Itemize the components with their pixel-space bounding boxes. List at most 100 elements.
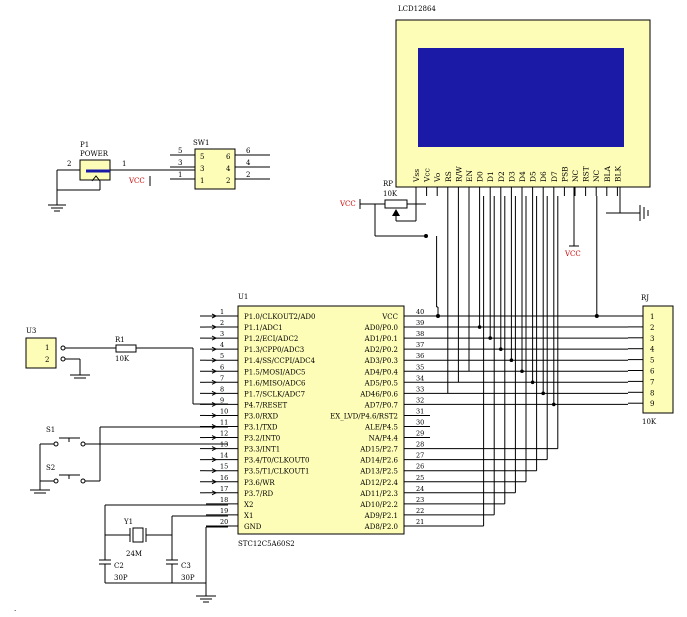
lcd-pin-label: EN [465, 170, 474, 182]
u1-left-pin-num: 5 [220, 352, 224, 360]
s2-button: S2 [30, 426, 228, 494]
u1-right-pin-name: AD1/P0.1 [364, 335, 398, 343]
u1-right-pin-num: 33 [416, 385, 424, 393]
u1-part: STC12C5A60S2 [238, 540, 295, 548]
lcd12864-module: LCD12864 Vss Vcc Vo RS R/W EN D0 D1 D2 D3 D4 D5 D6 D7… [395, 5, 651, 196]
sw1-inner-left: 3 [200, 165, 204, 173]
u1-left-pin-name: P1.6/MISO/ADC6 [244, 379, 306, 387]
u1-right-pin-num: 30 [416, 419, 424, 427]
u1-right-pin-num: 26 [416, 463, 424, 471]
sw1-inner-right: 6 [226, 153, 231, 161]
p1-power-jack: P1 POWER 1 2 [48, 141, 195, 212]
lcd-pin-label: Vo [433, 172, 442, 183]
u1-left-pin-num: 15 [220, 463, 228, 471]
u1-right-pin-num: 24 [416, 485, 424, 493]
u1-right-pin-num: 39 [416, 319, 424, 327]
lcd-pin-label: Vss [412, 169, 421, 183]
u1-mcu: U1 STC12C5A60S2 1 P1.0/CLKOUT2/AD0 2 P1.1/A… [200, 293, 430, 548]
lcd-pin-label: D1 [486, 171, 495, 182]
c3-value: 30P [181, 574, 195, 582]
u1-left-pin-name: P3.6/WR [244, 479, 275, 487]
u1-left-pin-num: 4 [220, 341, 224, 349]
u3-body [25, 337, 57, 369]
u1-right-pin-num: 25 [416, 474, 424, 482]
lcd-title: LCD12864 [398, 5, 436, 13]
sw1-inner-left: 5 [200, 153, 204, 161]
lcd-pin-label: RST [582, 166, 591, 182]
corner-mark: . [14, 605, 16, 613]
u1-right-pin-num: 27 [416, 452, 424, 460]
y1-value: 24M [126, 550, 142, 558]
u1-right-pin-num: 34 [416, 374, 424, 382]
lcd-pin-label: BLK [613, 166, 622, 182]
rj-pins: 1 2 3 4 5 6 7 8 9 [628, 313, 655, 408]
y1-crystal [132, 527, 144, 543]
u1-left-pin-num: 11 [220, 419, 228, 427]
rj-pin-num: 3 [650, 335, 654, 343]
sw1-ref: SW1 [193, 139, 209, 147]
u1-left-pin-name: P3.2/INT0 [244, 435, 280, 443]
u1-right-pin-num: 35 [416, 363, 424, 371]
lcd-extra-nets: VCC [415, 187, 649, 258]
u1-left-pin-num: 7 [220, 374, 224, 382]
data-bus-wires [404, 196, 628, 527]
u1-right-pin-num: 23 [416, 496, 424, 504]
y1-ref: Y1 [123, 518, 133, 526]
u1-right-pin-name: AD9/P2.1 [364, 512, 398, 520]
u1-right-pin-name: AD3/P0.3 [364, 357, 398, 365]
u1-left-pin-name: P1.4/SS/CCPI/ADC4 [244, 357, 316, 365]
u1-left-pin-num: 9 [220, 396, 224, 404]
u1-right-pin-num: 38 [416, 330, 424, 338]
lcd-pin-label: D2 [497, 171, 506, 182]
lcd-pin-label: D7 [550, 171, 559, 182]
sw1-pin-right: 6 [246, 147, 251, 155]
u1-left-pin-num: 1 [220, 308, 224, 316]
rj-pin-num: 1 [650, 313, 654, 321]
u1-left-pin-num: 8 [220, 385, 224, 393]
crystal-circuit: Y1 24M C2 30P C3 30P [99, 504, 228, 603]
u1-right-pin-num: 22 [416, 507, 424, 515]
p1-ref: P1 [80, 141, 89, 149]
s2-ref: S2 [46, 464, 55, 472]
rp-ref: RP [383, 180, 393, 188]
s1-button: S1 [40, 426, 228, 447]
u1-left-pin-name: X2 [244, 501, 253, 509]
sw1-inner-left: 1 [200, 177, 204, 185]
r1-value: 10K [115, 355, 130, 363]
u1-left-pin-name: P3.4/T0/CLKOUT0 [244, 457, 310, 465]
u1-right-pin-name: AD0/P0.0 [364, 324, 398, 332]
lcd-pin-label: BLA [603, 166, 612, 182]
u1-right-pin-name: AD7/P0.7 [364, 401, 398, 409]
u1-right-pin-name: AD11/P2.3 [359, 490, 398, 498]
u1-left-pin-num: 2 [220, 319, 224, 327]
rj-pin-num: 4 [650, 346, 655, 354]
u1-right-pin-num: 36 [416, 352, 424, 360]
u1-left-pin-name: X1 [244, 512, 253, 520]
rj-value: 10K [642, 418, 657, 426]
rj-pin-num: 6 [650, 368, 655, 376]
u1-left-pin-name: P3.7/RD [244, 490, 273, 498]
u1-left-pin-num: 3 [220, 330, 224, 338]
u3-connector: U3 1 2 [25, 327, 116, 379]
c3-ref: C3 [181, 562, 191, 570]
c2-value: 30P [114, 574, 128, 582]
u1-right-pin-name: EX_LVD/P4.6/RST2 [330, 412, 398, 420]
u1-left-pin-name: P3.3/INT1 [244, 446, 280, 454]
u1-right-pin-name: AD5/P0.5 [364, 379, 398, 387]
u1-right-pin-name: AD46/P0.6 [359, 390, 398, 398]
sw1-inner-right: 2 [226, 177, 230, 185]
sw1-inner-right: 4 [226, 165, 231, 173]
lcd-pin-label: D0 [476, 171, 485, 182]
u1-right-pin-num: 21 [416, 518, 424, 526]
rp-value: 10K [383, 190, 398, 198]
u1-left-pin-num: 18 [220, 496, 228, 504]
sw1-pin-right: 2 [246, 171, 250, 179]
u1-left-pin-num: 14 [220, 452, 228, 460]
u1-left-pin-num: 13 [220, 441, 228, 449]
u1-right-pin-num: 28 [416, 441, 424, 449]
u1-right-pin-name: AD10/P2.2 [359, 501, 398, 509]
rj-pin-num: 7 [650, 378, 654, 386]
p1-name: POWER [80, 150, 109, 158]
u1-right-pin-name: VCC [381, 313, 398, 321]
u1-right-pin-num: 29 [416, 430, 424, 438]
